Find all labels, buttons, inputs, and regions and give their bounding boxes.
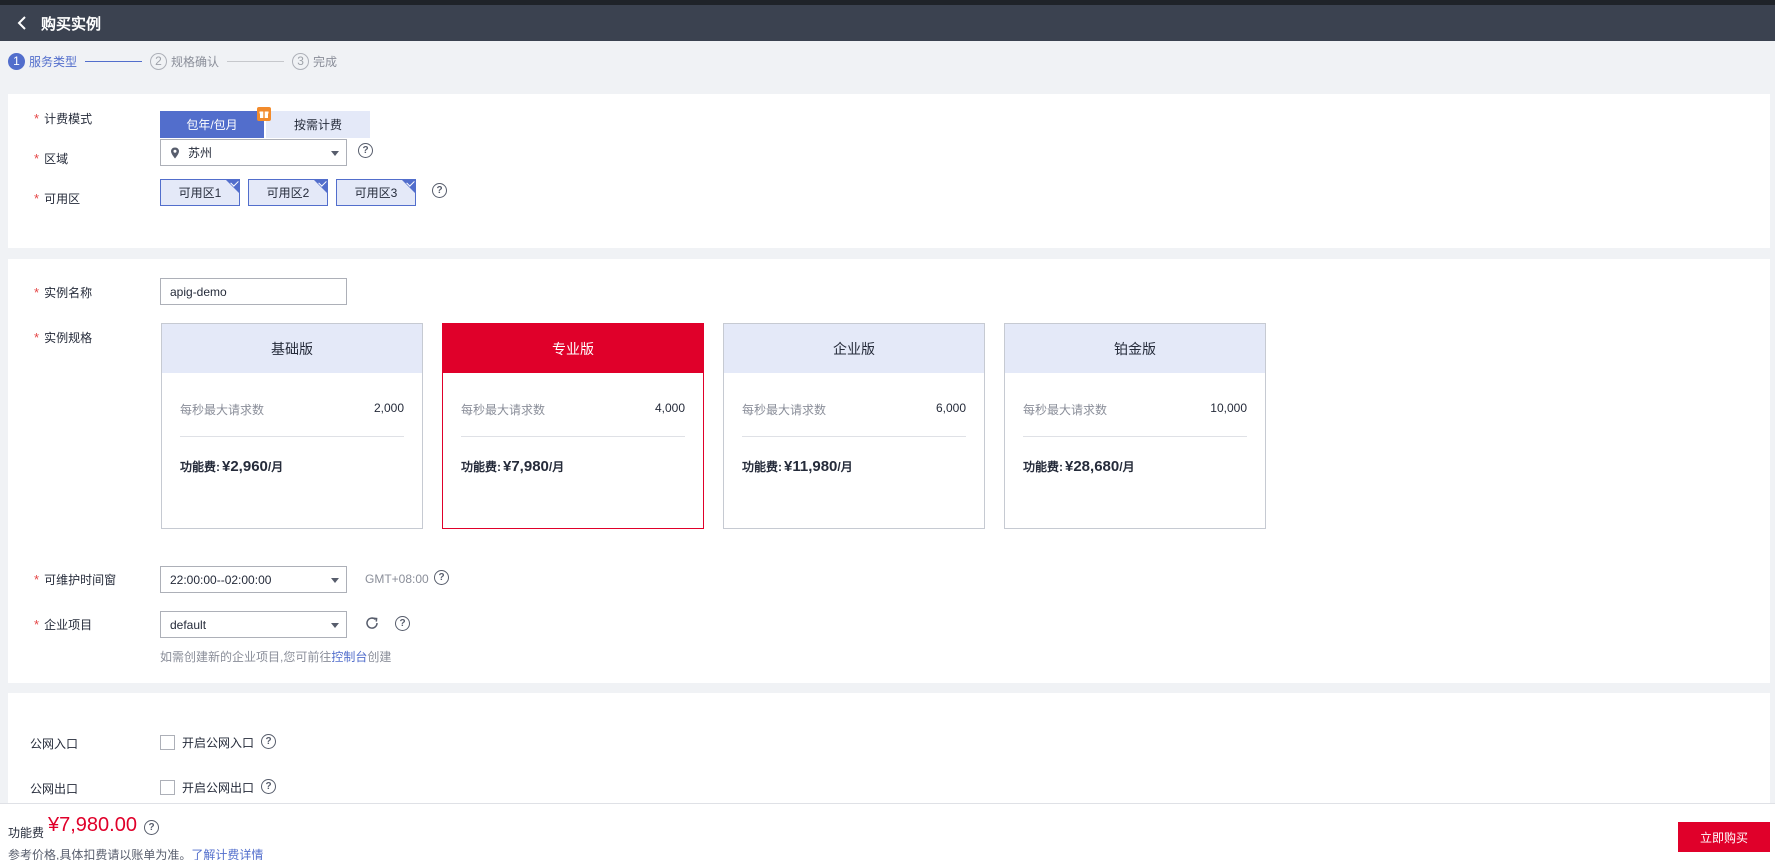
region-value: 苏州 xyxy=(188,146,213,160)
spec-card-title: 基础版 xyxy=(162,324,422,373)
public-egress-help-icon[interactable]: ? xyxy=(261,779,276,794)
az-help-icon[interactable]: ? xyxy=(432,183,447,198)
instance-name-input[interactable] xyxy=(160,278,347,305)
az-label: * 可用区 xyxy=(34,191,81,206)
fee-help-icon[interactable]: ? xyxy=(144,820,159,835)
step-label: 完成 xyxy=(313,54,338,69)
spec-card-price: 功能费: ¥11,980/月 xyxy=(742,458,853,475)
spec-card-price: 功能费: ¥2,960/月 xyxy=(180,458,284,475)
spec-card-professional[interactable]: 专业版 每秒最大请求数 4,000 功能费: ¥7,980/月 xyxy=(442,323,704,529)
public-ingress-help-icon[interactable]: ? xyxy=(261,734,276,749)
gift-badge-icon xyxy=(257,107,271,121)
chevron-down-icon xyxy=(331,151,339,156)
fee-label: 功能费 xyxy=(8,826,45,840)
az-1-button[interactable]: 可用区1 xyxy=(160,179,240,206)
chevron-down-icon xyxy=(331,578,339,583)
fee-note: 参考价格,具体扣费请以账单为准。了解计费详情 xyxy=(8,848,264,860)
billing-yearly-monthly-button[interactable]: 包年/包月 xyxy=(160,111,264,138)
enterprise-project-select[interactable]: default xyxy=(160,611,347,638)
billing-mode-label: * 计费模式 xyxy=(34,111,93,126)
location-pin-icon xyxy=(170,147,180,159)
step-label: 服务类型 xyxy=(29,54,78,69)
spec-card-price: 功能费: ¥28,680/月 xyxy=(1023,458,1135,475)
az-2-button[interactable]: 可用区2 xyxy=(248,179,328,206)
spec-card-title: 铂金版 xyxy=(1005,324,1265,373)
maintenance-window-label: * 可维护时间窗 xyxy=(34,572,117,587)
instance-config-panel: *实例名称 *实例规格 基础版 每秒最大请求数2,000 功能费:¥2,960/… xyxy=(8,259,1770,683)
spec-card-basic[interactable]: 基础版 每秒最大请求数 2,000 功能费: ¥2,960/月 xyxy=(161,323,423,529)
step-number: 3 xyxy=(292,52,310,70)
spec-card-platinum[interactable]: 铂金版 每秒最大请求数 10,000 功能费: ¥28,680/月 xyxy=(1004,323,1266,529)
spec-card-title: 企业版 xyxy=(724,324,984,373)
step-number: 2 xyxy=(150,52,168,70)
region-label: * 区域 xyxy=(34,151,69,166)
step-service-type: 1 服务类型 xyxy=(8,52,78,70)
step-spec-confirm: 2 规格确认 xyxy=(150,52,220,70)
footer-bar: 功能费 ¥7,980.00 ? 参考价格,具体扣费请以账单为准。了解计费详情 立… xyxy=(0,803,1775,860)
public-ingress-checkbox[interactable] xyxy=(160,735,175,750)
enterprise-project-label: * 企业项目 xyxy=(34,617,93,632)
public-egress-label: 公网出口 xyxy=(30,782,79,796)
chevron-down-icon xyxy=(331,623,339,628)
step-indicator: 1 服务类型 2 规格确认 3 完成 xyxy=(8,52,337,70)
refresh-icon[interactable] xyxy=(364,615,380,631)
instance-spec-label: * 实例规格 xyxy=(34,330,93,345)
instance-name-label: * 实例名称 xyxy=(34,285,93,300)
public-egress-checkbox-label: 开启公网出口 xyxy=(182,781,255,795)
enterprise-project-value: default xyxy=(170,617,207,632)
step-label: 规格确认 xyxy=(171,54,220,69)
project-help-icon[interactable]: ? xyxy=(395,616,410,631)
billing-on-demand-button[interactable]: 按需计费 xyxy=(266,111,370,138)
fee-value: ¥7,980.00 xyxy=(48,814,137,836)
public-ingress-checkbox-label: 开启公网入口 xyxy=(182,736,255,750)
region-help-icon[interactable]: ? xyxy=(358,143,373,158)
billing-mode-toggle: 包年/包月 按需计费 xyxy=(160,107,370,138)
back-arrow-icon[interactable] xyxy=(15,16,29,30)
basic-config-panel: * 计费模式 包年/包月 按需计费 * 区域 苏州 ? * 可用区 可用区1 可用区2… xyxy=(8,94,1770,248)
page-title: 购买实例 xyxy=(41,15,102,33)
maintenance-window-value: 22:00:00--02:00:00 xyxy=(170,572,272,587)
step-complete: 3 完成 xyxy=(292,52,338,70)
step-number: 1 xyxy=(8,52,25,70)
public-ingress-label: 公网入口 xyxy=(30,737,79,751)
spec-card-enterprise[interactable]: 企业版 每秒最大请求数 6,000 功能费: ¥11,980/月 xyxy=(723,323,985,529)
step-connector xyxy=(85,60,143,62)
header: 购买实例 xyxy=(0,5,1775,41)
billing-details-link[interactable]: 了解计费详情 xyxy=(191,848,263,860)
region-select[interactable]: 苏州 xyxy=(160,139,347,166)
buy-now-button[interactable]: 立即购买 xyxy=(1678,822,1770,852)
timezone-text: GMT+08:00 xyxy=(365,572,429,586)
public-egress-checkbox[interactable] xyxy=(160,780,175,795)
console-link[interactable]: 控制台 xyxy=(331,650,367,664)
spec-card-price: 功能费: ¥7,980/月 xyxy=(461,458,565,475)
maintenance-help-icon[interactable]: ? xyxy=(434,570,449,585)
spec-card-title: 专业版 xyxy=(443,324,703,373)
step-connector xyxy=(227,60,285,62)
network-config-panel: 公网入口 开启公网入口 ? 公网出口 开启公网出口 ? xyxy=(8,693,1770,803)
maintenance-window-select[interactable]: 22:00:00--02:00:00 xyxy=(160,566,347,593)
az-options: 可用区1 可用区2 可用区3 xyxy=(160,179,424,206)
project-hint-text: 如需创建新的企业项目,您可前往控制台创建 xyxy=(160,650,392,664)
az-3-button[interactable]: 可用区3 xyxy=(336,179,416,206)
